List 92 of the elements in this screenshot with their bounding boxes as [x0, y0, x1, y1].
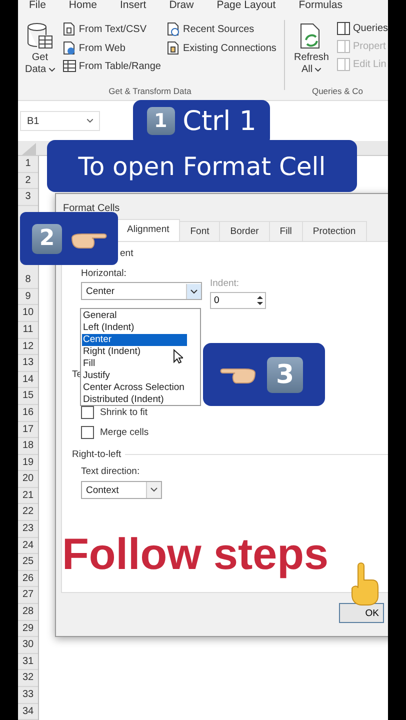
caret-icon [87, 119, 93, 123]
refresh-all-button[interactable]: Refresh All [292, 22, 331, 86]
row-number: 11 [18, 322, 38, 339]
row-number: 23 [18, 521, 38, 538]
row-number: 25 [18, 554, 38, 571]
step-text: To open Format Cell [78, 152, 326, 180]
checkbox-label: Shrink to fit [100, 406, 148, 418]
ribbon-item[interactable]: Existing Connections [167, 41, 276, 55]
dropdown-option[interactable]: Left (Indent) [82, 322, 187, 334]
get-data-button[interactable]: Get Data [23, 22, 57, 86]
number-key: 1 [146, 107, 175, 135]
document-icon [62, 22, 76, 36]
panel-icon [336, 40, 350, 53]
dropdown-option[interactable]: Justify [82, 370, 187, 382]
ribbon-tab[interactable]: Page Layout [216, 0, 276, 14]
number-key: 2 [32, 224, 62, 254]
dialog-tab[interactable]: Alignment [116, 219, 180, 241]
row-number: 34 [18, 704, 38, 720]
row-number: 29 [18, 620, 38, 638]
row-number: 10 [18, 305, 38, 322]
row-number: 14 [18, 372, 38, 388]
checkbox-label: Merge cells [100, 426, 149, 438]
ribbon-tab[interactable]: Insert [120, 0, 146, 14]
row-number: 1 [18, 156, 38, 173]
dropdown-option[interactable]: Center Across Selection [82, 382, 187, 394]
group-label: Get & Transform Data [108, 86, 192, 98]
ribbon-item[interactable]: Recent Sources [167, 22, 276, 36]
chevron-down-icon [186, 284, 201, 298]
row-number: 2 [18, 172, 38, 190]
dialog-tab[interactable]: Protection [302, 221, 367, 241]
row-number: 12 [18, 338, 38, 356]
row-number: 22 [18, 504, 38, 522]
dropdown-option[interactable]: Distributed (Indent) [82, 394, 187, 406]
dropdown-option[interactable]: Fill [82, 358, 187, 370]
panel-icon [336, 58, 350, 71]
checkbox[interactable] [81, 406, 94, 418]
horizontal-select[interactable]: Center [81, 282, 202, 300]
panel-icon [336, 22, 350, 35]
ribbon-item[interactable]: From Table/Range [62, 60, 161, 72]
ribbon-item[interactable]: From Text/CSV [62, 22, 161, 36]
group-legend: Right-to-left [72, 449, 122, 460]
ribbon-tab[interactable]: File [29, 0, 46, 14]
group-legend: ent [120, 248, 388, 262]
row-number: 24 [18, 538, 38, 554]
ok-button[interactable]: OK [339, 603, 384, 623]
mouse-pointer-icon [173, 349, 183, 364]
row-number: 16 [18, 404, 38, 422]
row-number: 18 [18, 438, 38, 455]
row-number: 3 [18, 189, 38, 206]
ribbon-item[interactable]: Queries [336, 22, 388, 35]
row-number: 21 [18, 488, 38, 504]
caret-icon [48, 68, 55, 72]
dropdown-option[interactable]: Center [82, 334, 187, 346]
text-direction-select[interactable]: Context [81, 481, 162, 499]
row-number: 9 [18, 288, 38, 306]
chevron-down-icon [146, 482, 161, 498]
spin-arrows-icon [255, 293, 265, 308]
row-number: 30 [18, 637, 38, 654]
document-globe-icon [62, 41, 76, 55]
checkbox[interactable] [81, 426, 94, 438]
row-number: 17 [18, 422, 38, 438]
row-number: 20 [18, 471, 38, 488]
row-number: 28 [18, 604, 38, 621]
number-key: 3 [267, 356, 303, 392]
row-number: 31 [18, 654, 38, 670]
row-number: 27 [18, 587, 38, 604]
document-clock-icon [167, 22, 180, 36]
caption-text: Follow steps [62, 530, 328, 580]
row-number: 19 [18, 454, 38, 472]
dropdown-option[interactable]: Right (Indent) [82, 346, 187, 358]
dialog-title: Format Cells [62, 202, 121, 216]
row-number: 15 [18, 388, 38, 405]
ribbon-tab[interactable]: Home [68, 0, 97, 14]
table-icon [62, 60, 76, 72]
document-icon [167, 41, 180, 55]
row-number: 33 [18, 687, 38, 704]
ribbon-item[interactable]: From Web [62, 41, 161, 55]
caret-icon [315, 68, 322, 72]
field-label: Indent: [210, 278, 240, 290]
row-number: 26 [18, 570, 38, 588]
indent-spinner[interactable]: 0 [210, 292, 266, 309]
row-number: 32 [18, 670, 38, 688]
field-label: Horizontal: [81, 268, 128, 280]
name-box[interactable]: B1 [20, 111, 100, 131]
ribbon-tab[interactable]: Draw [169, 0, 194, 14]
row-number: 13 [18, 355, 38, 372]
dropdown-option[interactable]: General [82, 310, 187, 322]
group-label: Queries & Co [310, 86, 364, 98]
row-number: 8 [18, 272, 38, 289]
step-text: Ctrl 1 [182, 106, 256, 136]
field-label: Text direction: [81, 466, 141, 478]
ribbon-tab[interactable]: Formulas [298, 0, 342, 14]
